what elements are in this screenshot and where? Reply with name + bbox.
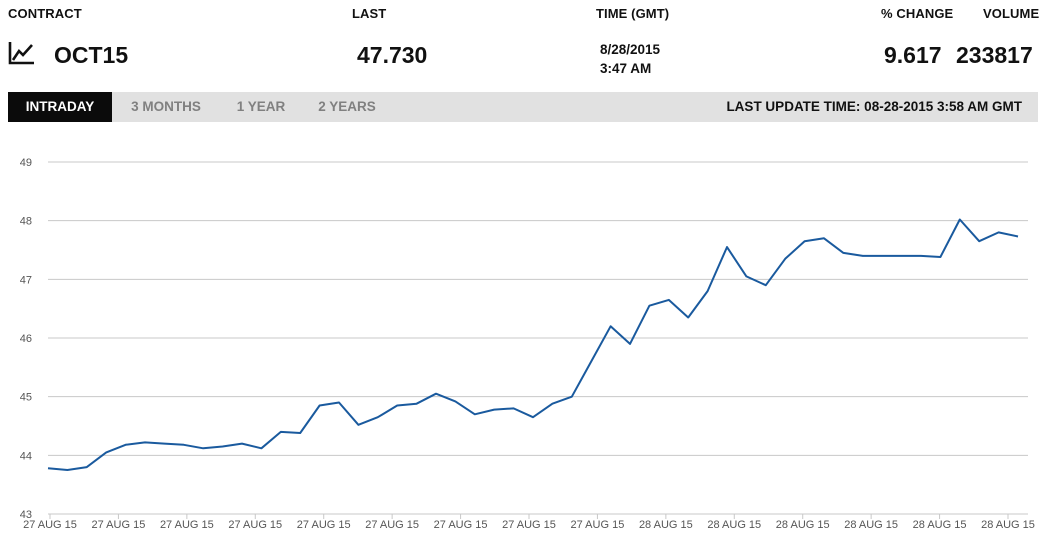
chart-grid [48,161,1028,515]
change-value: 9.617 [884,42,942,68]
x-tick-label: 28 AUG 15 [707,519,761,531]
x-tick-label: 27 AUG 15 [297,519,351,531]
x-tick-label: 27 AUG 15 [571,519,625,531]
tab-3-months[interactable]: 3 MONTHS [118,92,214,122]
quote-date: 8/28/2015 [600,42,661,57]
y-tick-label: 48 [20,216,32,228]
x-tick-label: 27 AUG 15 [92,519,146,531]
last-value: 47.730 [357,42,428,68]
tab-2-years[interactable]: 2 YEARS [310,92,384,122]
y-tick-label: 47 [20,274,32,286]
tab-1-year[interactable]: 1 YEAR [228,92,294,122]
x-tick-label: 27 AUG 15 [23,519,77,531]
tab-intraday[interactable]: INTRADAY [8,92,112,122]
x-tick-label: 28 AUG 15 [981,519,1035,531]
x-tick-label: 28 AUG 15 [913,519,967,531]
volume-value: 233817 [956,42,1033,68]
x-tick-label: 27 AUG 15 [228,519,282,531]
y-tick-label: 49 [20,157,32,169]
quote-clock: 3:47 AM [600,61,652,76]
last-update-time: LAST UPDATE TIME: 08-28-2015 3:58 AM GMT [726,99,1022,114]
y-tick-label: 46 [20,333,32,345]
x-tick-label: 28 AUG 15 [844,519,898,531]
x-tick-label: 27 AUG 15 [365,519,419,531]
price-series-line [47,218,1019,471]
intraday-price-chart: 43444546474849 27 AUG 15 27 AUG 15 27 AUG … [20,157,1035,531]
line-chart-icon [8,42,34,65]
change-header: % CHANGE [881,6,954,21]
y-axis: 43444546474849 [20,157,32,521]
x-tick-label: 27 AUG 15 [434,519,488,531]
x-axis: 27 AUG 15 27 AUG 15 27 AUG 15 27 AUG 15 27 A… [23,514,1035,531]
y-tick-label: 45 [20,392,32,404]
contract-header: CONTRACT [8,6,82,21]
range-tab-bar: INTRADAY 3 MONTHS 1 YEAR 2 YEARS LAST UP… [8,92,1038,122]
x-tick-label: 27 AUG 15 [502,519,556,531]
last-header: LAST [352,6,387,21]
time-header: TIME (GMT) [596,6,670,21]
x-tick-label: 27 AUG 15 [160,519,214,531]
quote-time: 8/28/2015 3:47 AM [600,40,660,78]
x-tick-label: 28 AUG 15 [639,519,693,531]
volume-header: VOLUME [983,6,1040,21]
y-tick-label: 44 [20,450,32,462]
contract-value: OCT15 [54,42,129,68]
x-tick-label: 28 AUG 15 [776,519,830,531]
